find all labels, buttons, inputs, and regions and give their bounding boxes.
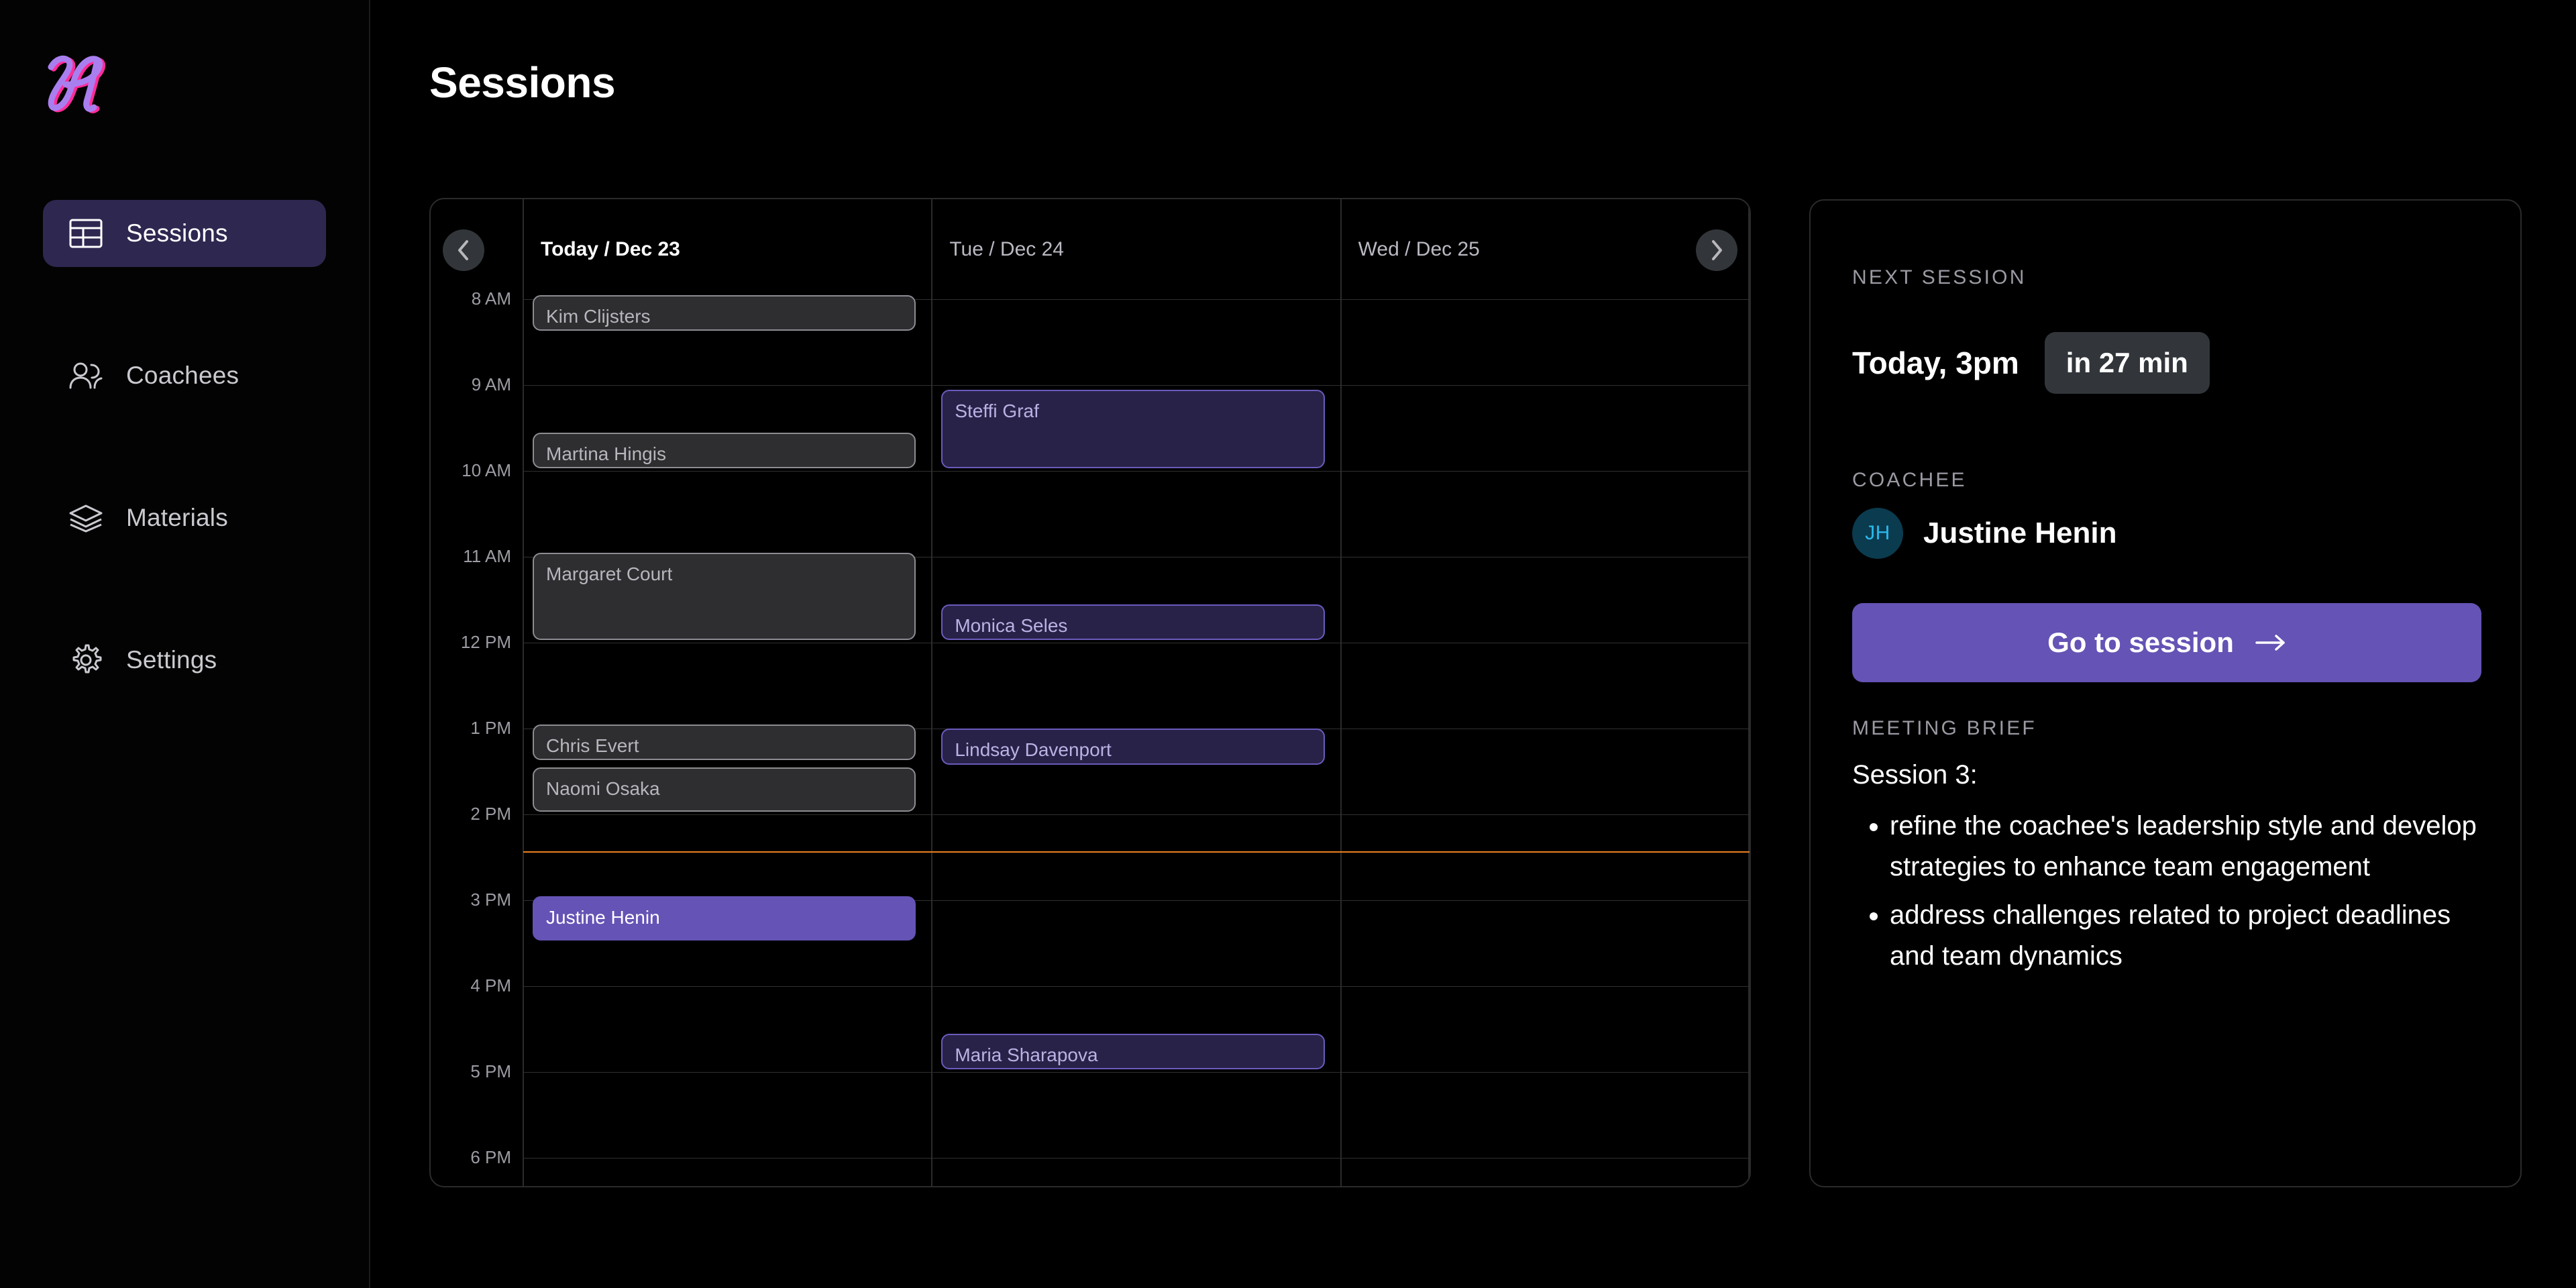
calendar-event[interactable]: Martina Hingis [533,432,916,468]
brief-bullet: refine the coachee's leadership style an… [1890,806,2496,888]
next-session-row: Today, 3pm in 27 min [1852,332,2210,394]
coachee-name: Justine Henin [1923,517,2117,549]
arrow-right-icon [2255,634,2286,651]
calendar-day-headers: Today / Dec 23 Tue / Dec 24 Wed / Dec 25 [431,199,1750,299]
column-divider [931,199,933,1186]
day-header-2: Wed / Dec 25 [1358,237,1480,260]
day-header-0: Today / Dec 23 [541,237,680,260]
sidebar-item-label: Materials [126,504,228,531]
sidebar-nav: Sessions Coachees Materials Settings [0,200,370,694]
day-header-1: Tue / Dec 24 [949,237,1064,260]
next-session-label: NEXT SESSION [1852,266,2027,288]
sidebar-item-label: Coachees [126,362,239,389]
sidebar-item-sessions[interactable]: Sessions [43,200,326,267]
calendar-event[interactable]: Margaret Court [533,553,916,640]
hour-label: 3 PM [470,890,511,910]
page-title: Sessions [429,58,616,107]
hour-gridline [523,1072,1750,1073]
meeting-brief-label: MEETING BRIEF [1852,717,2037,739]
go-to-session-label: Go to session [2047,627,2234,658]
calendar-event[interactable]: Naomi Osaka [533,767,916,812]
calendar-event[interactable]: Chris Evert [533,724,916,761]
brief-bullet: address challenges related to project de… [1890,895,2496,977]
hour-gridline [523,1158,1750,1159]
calendar-event[interactable]: Lindsay Davenport [941,729,1325,765]
hour-gridline [523,814,1750,815]
meeting-brief-body: Session 3: refine the coachee's leadersh… [1852,755,2496,984]
sidebar: Sessions Coachees Materials Settings [0,0,370,1288]
go-to-session-button[interactable]: Go to session [1852,603,2481,682]
calendar-event[interactable]: Maria Sharapova [941,1033,1325,1069]
hour-label: 8 AM [471,288,511,309]
column-divider [1748,199,1750,1186]
brief-bullet-list: refine the coachee's leadership style an… [1852,806,2496,977]
coachee-row[interactable]: JH Justine Henin [1852,508,2117,559]
hour-label: 12 PM [460,632,511,652]
calendar-event[interactable]: Monica Seles [941,604,1325,640]
coachee-label: COACHEE [1852,469,1967,491]
hour-gridline [523,385,1750,386]
calendar-event[interactable]: Steffi Graf [941,389,1325,468]
next-week-button[interactable] [1696,229,1737,271]
layers-icon [67,499,105,537]
app-logo[interactable] [35,39,122,123]
column-divider [1340,199,1342,1186]
sidebar-item-label: Sessions [126,219,228,247]
calendar-event[interactable]: Kim Clijsters [533,295,916,331]
hour-label: 11 AM [463,546,511,566]
avatar: JH [1852,508,1903,559]
countdown-badge: in 27 min [2044,332,2210,394]
table-icon [67,215,105,252]
calendar-event[interactable]: Justine Henin [533,896,916,941]
hour-gridline [523,471,1750,472]
next-session-panel: NEXT SESSION Today, 3pm in 27 min COACHE… [1809,199,2522,1187]
hour-label: 10 AM [462,460,511,480]
brief-intro: Session 3: [1852,760,1978,790]
column-divider [523,199,524,1186]
current-time-indicator [523,851,1750,853]
hour-gridline [523,986,1750,987]
hour-label: 5 PM [470,1061,511,1081]
next-session-time: Today, 3pm [1852,345,2019,380]
sidebar-item-settings[interactable]: Settings [43,627,326,694]
sidebar-item-label: Settings [126,646,217,674]
hour-label: 2 PM [470,804,511,824]
prev-week-button[interactable] [443,229,484,271]
hour-label: 4 PM [470,975,511,996]
hour-label: 1 PM [470,718,511,738]
calendar-card: Today / Dec 23 Tue / Dec 24 Wed / Dec 25 8… [429,198,1751,1187]
sidebar-item-materials[interactable]: Materials [43,484,326,551]
users-icon [67,357,105,394]
hour-label: 6 PM [470,1147,511,1167]
hour-label: 9 AM [471,374,511,394]
gear-icon [67,641,105,679]
sidebar-item-coachees[interactable]: Coachees [43,342,326,409]
